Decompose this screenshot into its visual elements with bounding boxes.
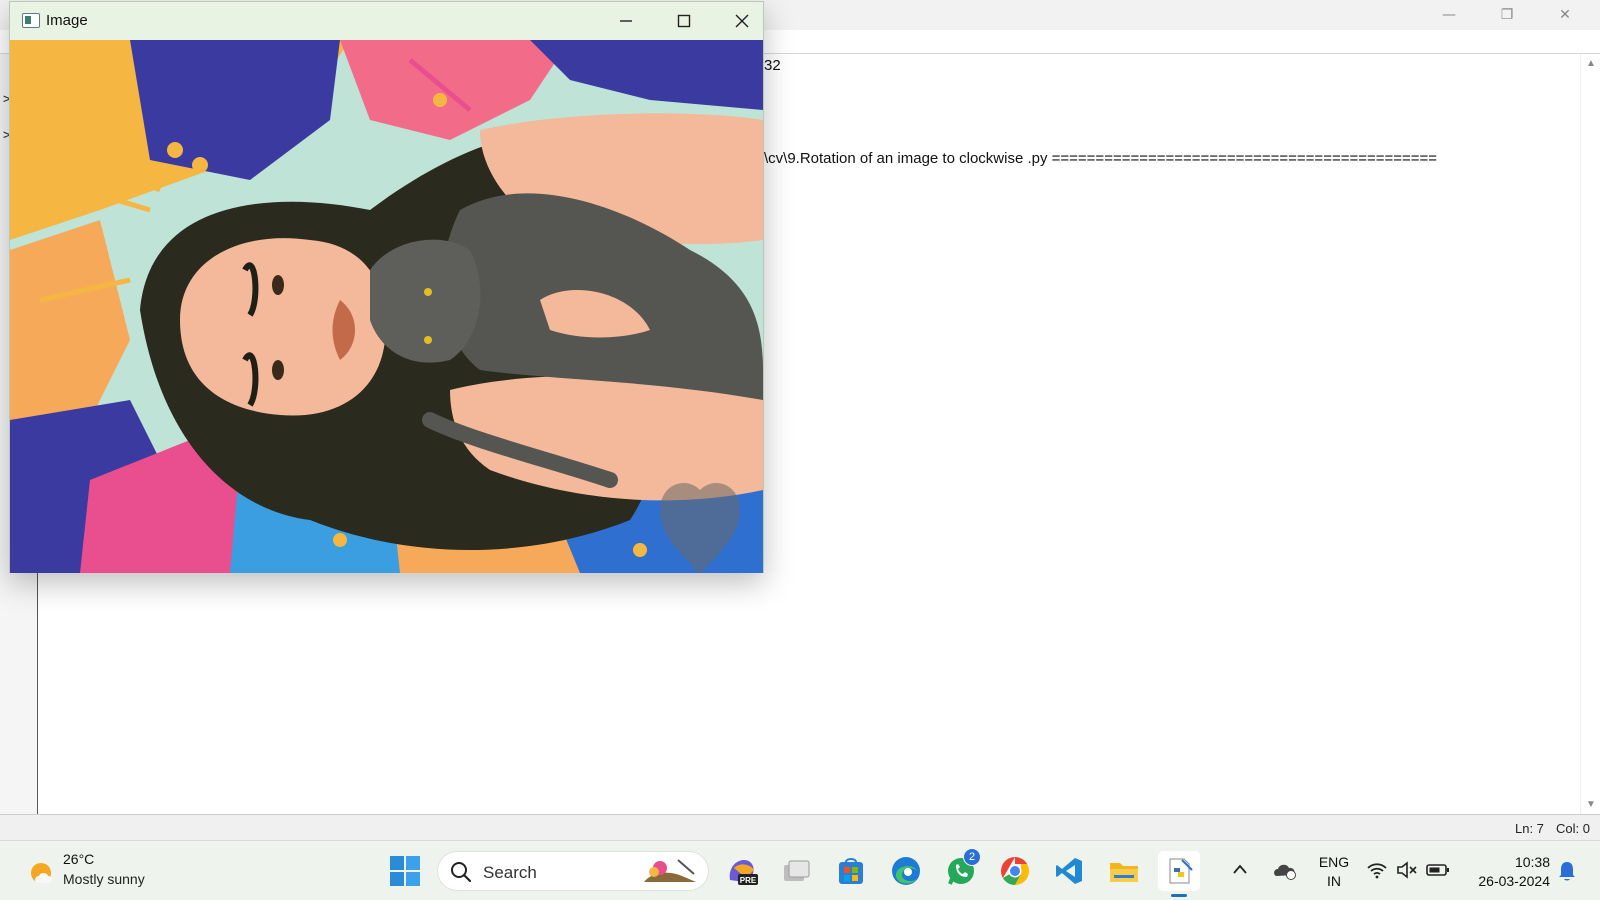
- taskbar-task-view[interactable]: [775, 851, 817, 891]
- language-code: ENG: [1318, 854, 1350, 870]
- wifi-icon: [1367, 863, 1387, 879]
- whatsapp-notification-badge: 2: [963, 848, 981, 866]
- shell-statusbar: Ln: 7 Col: 0: [0, 814, 1600, 840]
- rotated-illustration: [10, 40, 763, 573]
- shell-restore-button[interactable]: ❐: [1478, 0, 1536, 30]
- cloud-sync-icon: [1274, 864, 1296, 880]
- search-highlight-art-icon: [644, 859, 696, 882]
- image-maximize-button[interactable]: [655, 2, 713, 40]
- taskbar-edge[interactable]: [885, 851, 927, 891]
- input-language-indicator[interactable]: ENG IN: [1316, 853, 1352, 891]
- shell-vertical-scrollbar[interactable]: ▲ ▼: [1580, 54, 1600, 814]
- python-idle-icon: [1169, 858, 1193, 884]
- battery-button[interactable]: [1426, 862, 1450, 883]
- taskbar-microsoft-store[interactable]: [830, 851, 872, 891]
- region-code: IN: [1327, 873, 1341, 889]
- shell-window-controls: — ❐ ✕: [1420, 0, 1600, 30]
- maximize-icon: [677, 14, 691, 28]
- image-minimize-button[interactable]: [597, 2, 655, 40]
- sun-cloud-icon: [31, 863, 52, 883]
- shell-close-button[interactable]: ✕: [1536, 0, 1594, 30]
- folder-icon: [1110, 863, 1138, 882]
- bell-icon: [1559, 862, 1575, 881]
- search-label: Search: [483, 863, 537, 882]
- copilot-pre-icon: PRE: [729, 860, 758, 885]
- taskbar-copilot-pre[interactable]: PRE: [721, 851, 763, 891]
- svg-text:PRE: PRE: [740, 876, 757, 885]
- volume-button[interactable]: [1396, 861, 1418, 884]
- search-icon: [451, 862, 472, 883]
- rotated-image-canvas: [10, 40, 763, 573]
- task-view-icon: [784, 860, 810, 881]
- scroll-up-arrow-icon[interactable]: ▲: [1586, 58, 1596, 69]
- status-column-number: Col: 0: [1556, 821, 1590, 836]
- vscode-icon: [1056, 858, 1082, 884]
- taskbar-vscode[interactable]: [1048, 851, 1090, 891]
- taskbar-chrome[interactable]: [994, 851, 1036, 891]
- weather-description: Mostly sunny: [63, 871, 145, 887]
- system-clock[interactable]: 10:38 26-03-2024: [1468, 853, 1550, 891]
- clock-time: 10:38: [1514, 854, 1550, 870]
- store-icon: [839, 858, 863, 884]
- speaker-muted-icon: [1397, 861, 1417, 879]
- taskbar-python-idle[interactable]: [1158, 851, 1200, 897]
- taskbar-search-box[interactable]: Search: [437, 851, 709, 891]
- clock-date: 26-03-2024: [1478, 873, 1550, 889]
- minimize-icon: [620, 20, 632, 22]
- close-icon: [735, 14, 749, 28]
- weather-temperature: 26°C: [63, 851, 95, 867]
- shell-restart-line: \cv\9.Rotation of an image to clockwise …: [764, 150, 1438, 167]
- taskbar-file-explorer[interactable]: [1103, 851, 1145, 891]
- active-app-indicator: [1171, 894, 1187, 897]
- show-hidden-icons-button[interactable]: [1232, 862, 1248, 880]
- image-close-button[interactable]: [713, 2, 771, 40]
- image-window: Image: [9, 1, 764, 573]
- taskbar: 26°C Mostly sunny Search PRE 2 ENG IN 10…: [0, 840, 1600, 900]
- status-line-number: Ln: 7: [1515, 821, 1544, 836]
- edge-icon: [892, 857, 920, 885]
- start-button[interactable]: [386, 852, 424, 890]
- battery-icon: [1426, 864, 1449, 876]
- taskbar-whatsapp[interactable]: 2: [940, 848, 982, 891]
- scroll-down-arrow-icon[interactable]: ▼: [1586, 799, 1596, 810]
- chrome-icon: [1001, 857, 1029, 885]
- onedrive-status-button[interactable]: [1272, 860, 1298, 885]
- notifications-button[interactable]: [1557, 860, 1577, 887]
- image-window-title: Image: [46, 12, 88, 29]
- windows-logo-icon: [390, 856, 420, 886]
- network-button[interactable]: [1366, 861, 1388, 884]
- weather-widget[interactable]: 26°C Mostly sunny: [22, 849, 172, 893]
- shell-output-line: 32: [764, 57, 781, 74]
- image-window-app-icon: [22, 13, 40, 28]
- chevron-up-icon: [1233, 864, 1247, 874]
- shell-minimize-button[interactable]: —: [1420, 0, 1478, 30]
- image-window-titlebar[interactable]: Image: [10, 2, 763, 40]
